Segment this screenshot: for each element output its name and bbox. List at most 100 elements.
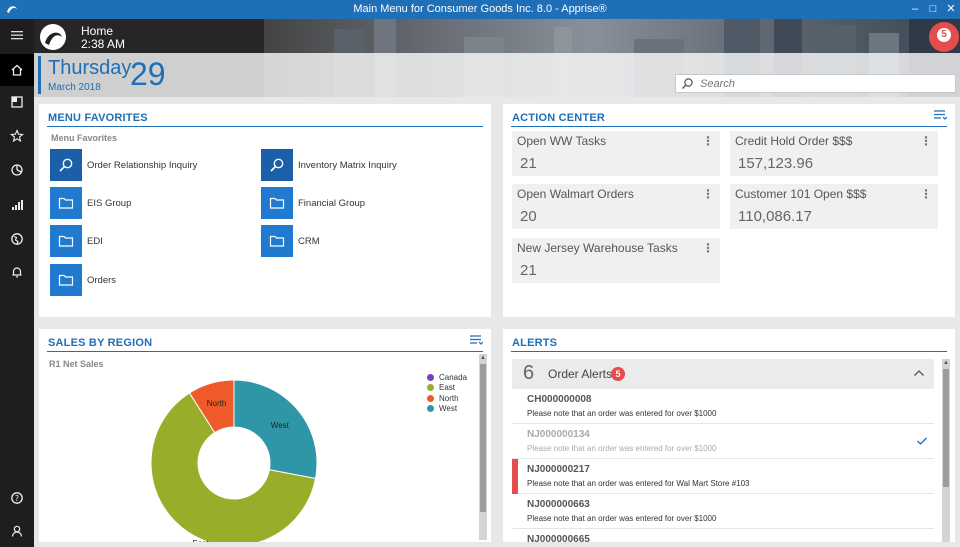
scroll-up-arrow-icon[interactable]: ▲ xyxy=(942,359,950,367)
close-button[interactable]: ✕ xyxy=(942,1,960,17)
panel-divider xyxy=(47,126,483,127)
alert-flag-stripe xyxy=(512,459,518,494)
alerts-scrollbar[interactable]: ▲ xyxy=(942,359,950,542)
search-icon xyxy=(50,149,82,181)
alert-row[interactable]: NJ000000217 Please note that an order wa… xyxy=(512,459,934,494)
legend-item-west[interactable]: West xyxy=(427,404,467,415)
menu-favorites-panel: MENU FAVORITES Menu Favorites Order Rela… xyxy=(39,104,491,317)
sales-by-region-panel: SALES BY REGION R1 Net Sales WestEastNor… xyxy=(39,329,491,542)
search-input[interactable] xyxy=(700,76,950,91)
alert-id: NJ000000665 xyxy=(527,534,590,542)
favorites-subtitle: Menu Favorites xyxy=(51,133,118,143)
action-card-customer-101-open[interactable]: Customer 101 Open $$$ 110,086.17 ⋮ xyxy=(730,184,938,229)
alert-id: CH000000008 xyxy=(527,394,592,405)
date-accent-bar xyxy=(38,56,41,94)
action-card-label: Customer 101 Open $$$ xyxy=(735,187,867,201)
scroll-up-arrow-icon[interactable]: ▲ xyxy=(479,354,487,362)
pie-chart-icon[interactable] xyxy=(0,154,34,186)
help-icon[interactable]: ? xyxy=(0,482,34,514)
action-card-label: New Jersey Warehouse Tasks xyxy=(517,241,678,255)
legend-item-canada[interactable]: Canada xyxy=(427,372,467,383)
legend-swatch xyxy=(427,405,434,413)
alerts-panel: ALERTS 6 Order Alerts 5 CH000000008 Plea… xyxy=(503,329,955,542)
alert-unread-badge: 5 xyxy=(611,367,625,381)
legend-label: North xyxy=(439,393,459,403)
svg-text:?: ? xyxy=(15,494,19,503)
folder-icon xyxy=(50,264,82,296)
favorite-orders[interactable]: Orders xyxy=(50,264,250,298)
hamburger-menu-icon[interactable] xyxy=(0,19,34,51)
panel-scrollbar[interactable]: ▲ xyxy=(479,354,487,540)
slice-label-east: East xyxy=(193,539,210,542)
panel-divider xyxy=(47,351,483,352)
left-nav: ? xyxy=(0,19,34,547)
alert-group-name: Order Alerts xyxy=(548,367,613,381)
panel-title: SALES BY REGION xyxy=(48,337,153,349)
panel-title: ALERTS xyxy=(512,337,558,349)
home-icon[interactable] xyxy=(0,54,34,86)
favorite-edi[interactable]: EDI xyxy=(50,225,250,259)
chevron-up-icon[interactable] xyxy=(913,367,925,379)
favorite-crm[interactable]: CRM xyxy=(261,225,461,259)
order-alerts-group-header[interactable]: 6 Order Alerts 5 xyxy=(512,359,934,389)
favorite-label: Inventory Matrix Inquiry xyxy=(298,160,397,171)
action-card-value: 110,086.17 xyxy=(738,208,812,225)
search-icon xyxy=(261,149,293,181)
favorite-eis-group[interactable]: EIS Group xyxy=(50,187,250,221)
alert-message: Please note that an order was entered fo… xyxy=(527,409,717,418)
legend-swatch xyxy=(427,373,434,381)
date-day: 29 xyxy=(130,56,166,92)
search-icon xyxy=(682,78,693,89)
folder-icon xyxy=(50,225,82,257)
minimize-button[interactable]: – xyxy=(906,1,924,17)
search-box[interactable] xyxy=(675,74,956,93)
favorite-inventory-matrix-inquiry[interactable]: Inventory Matrix Inquiry xyxy=(261,149,461,183)
legend-item-north[interactable]: North xyxy=(427,393,467,404)
alert-row[interactable]: CH000000008 Please note that an order wa… xyxy=(512,389,934,424)
favorite-label: CRM xyxy=(298,236,320,247)
folder-icon xyxy=(261,225,293,257)
app-logo xyxy=(40,24,66,50)
legend-label: East xyxy=(439,383,456,393)
dashboard-icon[interactable] xyxy=(0,86,34,118)
more-options-icon[interactable]: ⋮ xyxy=(920,187,932,201)
favorite-financial-group[interactable]: Financial Group xyxy=(261,187,461,221)
action-card-open-walmart-orders[interactable]: Open Walmart Orders 20 ⋮ xyxy=(512,184,720,229)
legend-swatch xyxy=(427,394,434,402)
favorite-label: EIS Group xyxy=(87,198,132,209)
user-icon[interactable] xyxy=(0,515,34,547)
chart-legend: Canada East North West xyxy=(427,372,467,414)
panel-options-icon[interactable] xyxy=(469,334,483,346)
folder-icon xyxy=(50,187,82,219)
alert-message: Please note that an order was entered fo… xyxy=(527,479,750,488)
legend-label: Canada xyxy=(439,372,468,382)
globe-icon[interactable] xyxy=(0,223,34,255)
legend-item-east[interactable]: East xyxy=(427,383,467,394)
alert-row[interactable]: NJ000000663 Please note that an order wa… xyxy=(512,494,934,529)
favorite-order-relationship-inquiry[interactable]: Order Relationship Inquiry xyxy=(50,149,250,183)
notification-bell-button[interactable]: 5 xyxy=(929,22,959,52)
alert-row[interactable]: NJ000000134 Please note that an order wa… xyxy=(512,424,934,459)
action-card-label: Credit Hold Order $$$ xyxy=(735,134,853,148)
check-icon xyxy=(917,437,927,445)
maximize-button[interactable]: □ xyxy=(924,1,942,17)
more-options-icon[interactable]: ⋮ xyxy=(702,134,714,148)
alert-id: NJ000000134 xyxy=(527,429,590,440)
action-card-new-jersey-warehouse-tasks[interactable]: New Jersey Warehouse Tasks 21 ⋮ xyxy=(512,238,720,283)
scroll-thumb[interactable] xyxy=(480,364,486,512)
alert-row[interactable]: NJ000000665 xyxy=(512,529,934,542)
legend-label: West xyxy=(439,404,458,414)
action-card-credit-hold-order[interactable]: Credit Hold Order $$$ 157,123.96 ⋮ xyxy=(730,131,938,176)
more-options-icon[interactable]: ⋮ xyxy=(920,134,932,148)
favorite-label: Financial Group xyxy=(298,198,366,209)
more-options-icon[interactable]: ⋮ xyxy=(702,187,714,201)
bar-chart-icon[interactable] xyxy=(0,189,34,221)
favorite-label: Order Relationship Inquiry xyxy=(87,160,198,171)
star-icon[interactable] xyxy=(0,120,34,152)
panel-options-icon[interactable] xyxy=(933,109,947,121)
action-card-value: 20 xyxy=(520,208,537,225)
scroll-thumb[interactable] xyxy=(943,369,949,487)
action-card-open-ww-tasks[interactable]: Open WW Tasks 21 ⋮ xyxy=(512,131,720,176)
more-options-icon[interactable]: ⋮ xyxy=(702,241,714,255)
bell-icon[interactable] xyxy=(0,256,34,288)
